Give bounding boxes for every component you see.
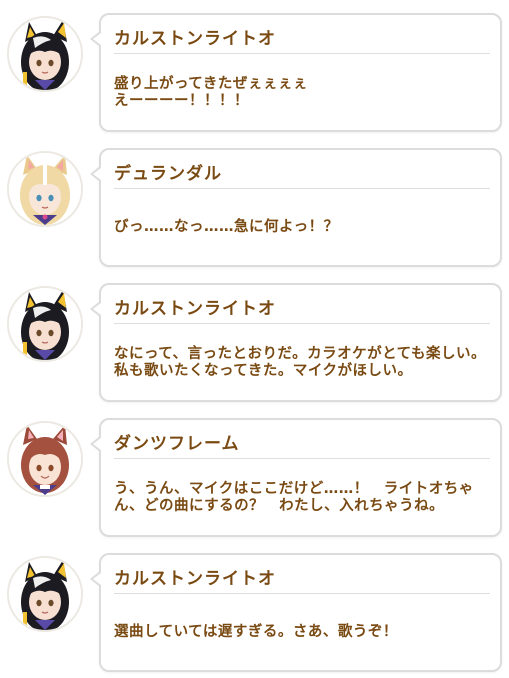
speaker-name: カルストンライトオ: [114, 569, 276, 589]
chat-message: カルストンライトオ 盛り上がってきたぜぇぇぇぇ えーーーー！！！！: [0, 13, 509, 138]
message-bubble: ダンツフレーム う、うん、マイクはここだけど……！ ライトオちゃん、どの曲にする…: [90, 418, 502, 537]
divider: [114, 188, 490, 189]
message-text-content: 選曲していては遅すぎる。さあ、歌うぞ！: [114, 624, 398, 640]
dark-haired-character-avatar: [7, 286, 83, 362]
chat-message: ダンツフレーム う、うん、マイクはここだけど……！ ライトオちゃん、どの曲にする…: [0, 418, 509, 543]
message-bubble: カルストンライトオ 盛り上がってきたぜぇぇぇぇ えーーーー！！！！: [90, 13, 502, 132]
divider: [114, 323, 490, 324]
chat-message: カルストンライトオ なにって、言ったとおりだ。カラオケがとても楽しい。私も歌いた…: [0, 283, 509, 408]
divider: [114, 458, 490, 459]
message-text: びっ……なっ……急に何よっ！？: [114, 198, 486, 257]
message-text-content: う、うん、マイクはここだけど……！ ライトオちゃん、どの曲にするの？ わたし、入…: [114, 480, 474, 514]
message-text: なにって、言ったとおりだ。カラオケがとても楽しい。私も歌いたくなってきた。マイク…: [114, 333, 486, 392]
message-text-content: 盛り上がってきたぜぇぇぇぇ えーーーー！！！！: [114, 75, 308, 109]
chat-message: カルストンライトオ 選曲していては遅すぎる。さあ、歌うぞ！: [0, 553, 509, 678]
dark-haired-character-avatar: [7, 16, 83, 92]
divider: [114, 53, 490, 54]
message-bubble: カルストンライトオ なにって、言ったとおりだ。カラオケがとても楽しい。私も歌いた…: [90, 283, 502, 402]
speaker-name: デュランダル: [114, 164, 222, 184]
speaker-name: ダンツフレーム: [114, 434, 240, 454]
speaker-name: カルストンライトオ: [114, 29, 276, 49]
message-text: 選曲していては遅すぎる。さあ、歌うぞ！: [114, 603, 486, 662]
message-text: う、うん、マイクはここだけど……！ ライトオちゃん、どの曲にするの？ わたし、入…: [114, 468, 486, 527]
red-haired-character-avatar: [7, 421, 83, 497]
blonde-character-avatar: [7, 151, 83, 227]
chat-message: デュランダル びっ……なっ……急に何よっ！？: [0, 148, 509, 273]
message-text-content: なにって、言ったとおりだ。カラオケがとても楽しい。私も歌いたくなってきた。マイク…: [114, 345, 486, 379]
chat-log: カルストンライトオ 盛り上がってきたぜぇぇぇぇ えーーーー！！！！ デュランダル…: [0, 0, 509, 676]
divider: [114, 593, 490, 594]
message-text-content: びっ……なっ……急に何よっ！？: [114, 219, 339, 235]
message-bubble: デュランダル びっ……なっ……急に何よっ！？: [90, 148, 502, 267]
dark-haired-character-avatar: [7, 556, 83, 632]
message-text: 盛り上がってきたぜぇぇぇぇ えーーーー！！！！: [114, 63, 486, 122]
message-bubble: カルストンライトオ 選曲していては遅すぎる。さあ、歌うぞ！: [90, 553, 502, 672]
speaker-name: カルストンライトオ: [114, 299, 276, 319]
